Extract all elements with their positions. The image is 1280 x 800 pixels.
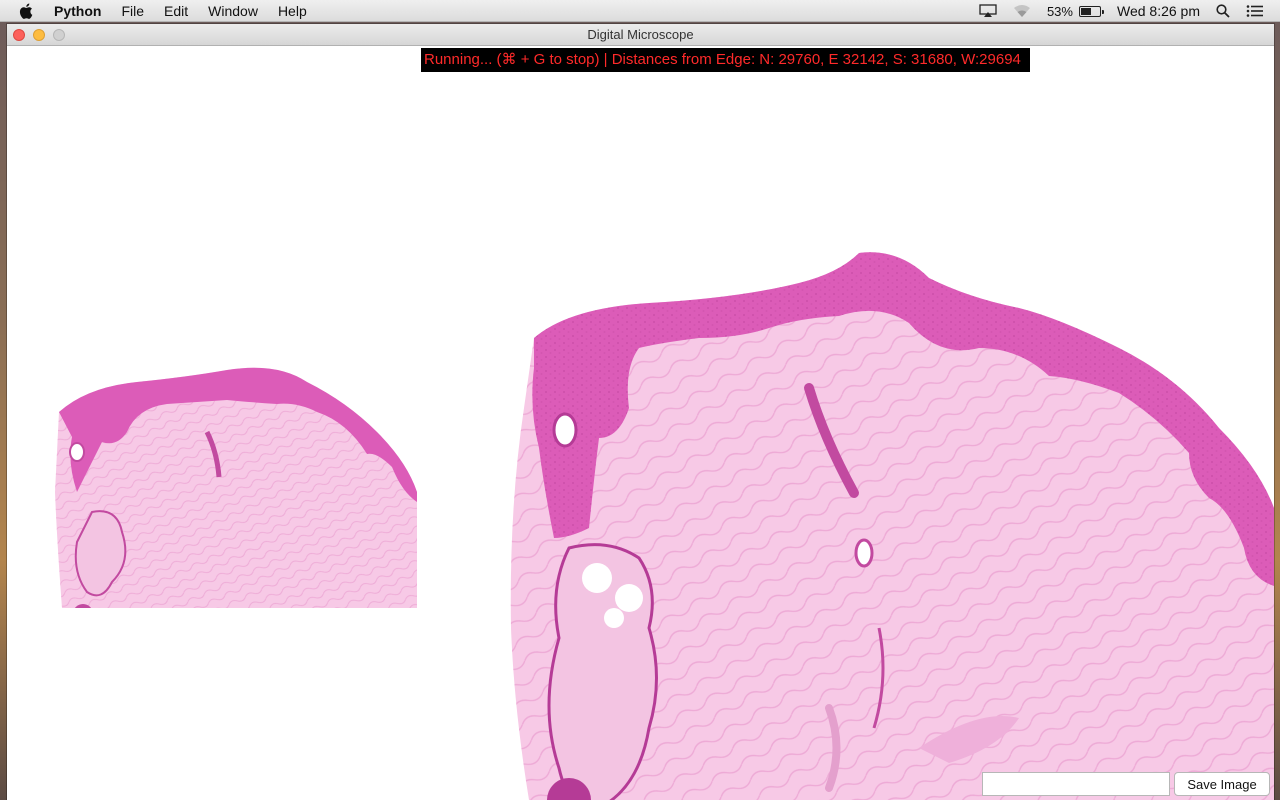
- microscope-canvas[interactable]: Running... (⌘ + G to stop) | Distances f…: [7, 46, 1274, 800]
- clock[interactable]: Wed 8:26 pm: [1117, 3, 1200, 19]
- wifi-icon[interactable]: [1013, 4, 1031, 18]
- main-microscope-image[interactable]: [499, 208, 1274, 800]
- close-window-button[interactable]: [13, 29, 25, 41]
- notification-center-icon[interactable]: [1246, 4, 1264, 18]
- apple-icon[interactable]: [19, 3, 37, 19]
- status-text: Running... (⌘ + G to stop) | Distances f…: [421, 48, 1030, 72]
- airplay-icon[interactable]: [979, 4, 997, 18]
- window-titlebar[interactable]: Digital Microscope: [7, 24, 1274, 46]
- menu-edit[interactable]: Edit: [164, 3, 188, 19]
- app-window: Digital Microscope Running... (⌘ + G to …: [7, 24, 1274, 800]
- menu-help[interactable]: Help: [278, 3, 307, 19]
- battery-percent: 53%: [1046, 3, 1073, 19]
- overview-image[interactable]: [47, 342, 419, 608]
- save-image-button[interactable]: Save Image: [1174, 772, 1270, 796]
- window-controls: [13, 29, 73, 41]
- menu-app-name[interactable]: Python: [54, 3, 101, 19]
- search-icon[interactable]: [1216, 4, 1230, 18]
- menu-window[interactable]: Window: [208, 3, 258, 19]
- battery-icon[interactable]: [1078, 5, 1104, 17]
- filename-input[interactable]: [982, 772, 1170, 796]
- status-menu-area: 53% Wed 8:26 pm: [979, 0, 1280, 22]
- menubar: Python File Edit Window Help 53% Wed 8:2…: [0, 0, 1280, 22]
- zoom-window-button[interactable]: [53, 29, 65, 41]
- window-title: Digital Microscope: [587, 27, 694, 42]
- menu-file[interactable]: File: [121, 3, 144, 19]
- minimize-window-button[interactable]: [33, 29, 45, 41]
